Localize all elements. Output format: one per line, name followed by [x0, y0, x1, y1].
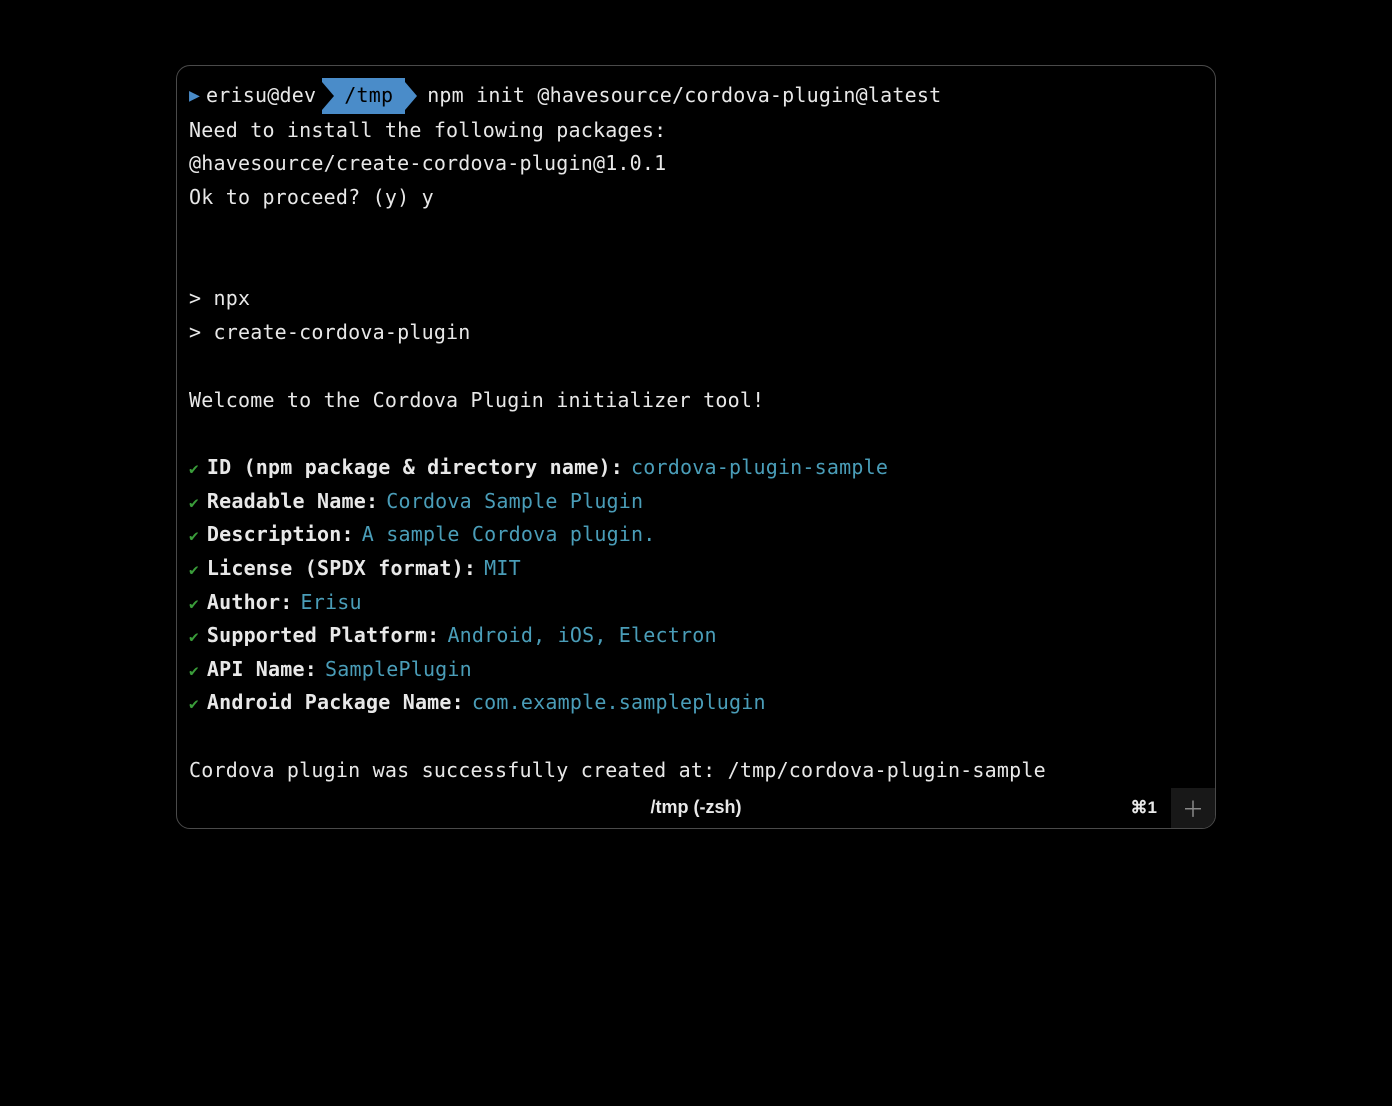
checkmark-icon: ✔ — [189, 490, 199, 517]
prompt-answer-line: ✔ Author:Erisu — [189, 586, 1203, 620]
prompt-dir: /tmp — [322, 78, 405, 114]
checkmark-icon: ✔ — [189, 691, 199, 718]
output-line: Need to install the following packages: — [189, 114, 1203, 148]
checkmark-icon: ✔ — [189, 624, 199, 651]
blank-line — [189, 720, 1203, 754]
new-tab-button[interactable]: ＋ — [1171, 788, 1215, 828]
prompt-value: A sample Cordova plugin. — [362, 518, 656, 552]
checkmark-icon: ✔ — [189, 591, 199, 618]
blank-line — [189, 417, 1203, 451]
prompt-value: cordova-plugin-sample — [631, 451, 888, 485]
blank-line — [189, 350, 1203, 384]
output-line: @havesource/create-cordova-plugin@1.0.1 — [189, 147, 1203, 181]
checkmark-icon: ✔ — [189, 456, 199, 483]
welcome-line: Welcome to the Cordova Plugin initialize… — [189, 384, 1203, 418]
tab-bar: /tmp (-zsh) ⌘1 ＋ — [177, 788, 1215, 828]
prompt-value: MIT — [484, 552, 521, 586]
prompt-dir-segment: /tmp — [322, 78, 417, 114]
prompt-value: Cordova Sample Plugin — [386, 485, 643, 519]
tab-title[interactable]: /tmp (-zsh) — [651, 797, 742, 818]
prompt-label: Author: — [207, 586, 293, 620]
prompt-answer-line: ✔ Readable Name:Cordova Sample Plugin — [189, 485, 1203, 519]
prompt-answer-line: ✔ ID (npm package & directory name):cordo… — [189, 451, 1203, 485]
checkmark-icon: ✔ — [189, 557, 199, 584]
prompts-list: ✔ ID (npm package & directory name):cordo… — [189, 451, 1203, 720]
prompt-answer-line: ✔ License (SPDX format):MIT — [189, 552, 1203, 586]
prompt-line: ▶ erisu@dev /tmp npm init @havesource/co… — [189, 78, 1203, 114]
output-line: > npx — [189, 282, 1203, 316]
prompt-label: API Name: — [207, 653, 317, 687]
prompt-label: License (SPDX format): — [207, 552, 476, 586]
blank-line — [189, 214, 1203, 248]
prompt-label: Supported Platform: — [207, 619, 440, 653]
prompt-answer-line: ✔ Description:A sample Cordova plugin. — [189, 518, 1203, 552]
prompt-command: npm init @havesource/cordova-plugin@late… — [427, 79, 941, 113]
prompt-value: com.example.sampleplugin — [472, 686, 766, 720]
tab-right-controls: ⌘1 ＋ — [1131, 788, 1215, 828]
prompt-label: Android Package Name: — [207, 686, 464, 720]
plus-icon: ＋ — [1182, 792, 1204, 824]
output-line: > create-cordova-plugin — [189, 316, 1203, 350]
checkmark-icon: ✔ — [189, 658, 199, 685]
success-line: Cordova plugin was successfully created … — [189, 754, 1203, 788]
prompt-label: ID (npm package & directory name): — [207, 451, 623, 485]
tab-shortcut-label: ⌘1 — [1131, 798, 1157, 818]
prompt-start-icon: ▶ — [189, 81, 200, 111]
prompt-label: Readable Name: — [207, 485, 378, 519]
blank-line — [189, 248, 1203, 282]
prompt-answer-line: ✔ Android Package Name:com.example.sample… — [189, 686, 1203, 720]
chevron-left-cutout-icon — [322, 82, 334, 110]
terminal-content[interactable]: ▶ erisu@dev /tmp npm init @havesource/co… — [177, 66, 1215, 788]
prompt-value: Erisu — [301, 586, 362, 620]
prompt-user: erisu@dev — [204, 79, 322, 113]
terminal-window: ▶ erisu@dev /tmp npm init @havesource/co… — [176, 65, 1216, 829]
output-line: Ok to proceed? (y) y — [189, 181, 1203, 215]
prompt-answer-line: ✔ Supported Platform:Android, iOS, Electr… — [189, 619, 1203, 653]
prompt-label: Description: — [207, 518, 354, 552]
prompt-answer-line: ✔ API Name:SamplePlugin — [189, 653, 1203, 687]
prompt-value: SamplePlugin — [325, 653, 472, 687]
prompt-value: Android, iOS, Electron — [447, 619, 716, 653]
checkmark-icon: ✔ — [189, 523, 199, 550]
chevron-right-icon — [405, 82, 417, 110]
